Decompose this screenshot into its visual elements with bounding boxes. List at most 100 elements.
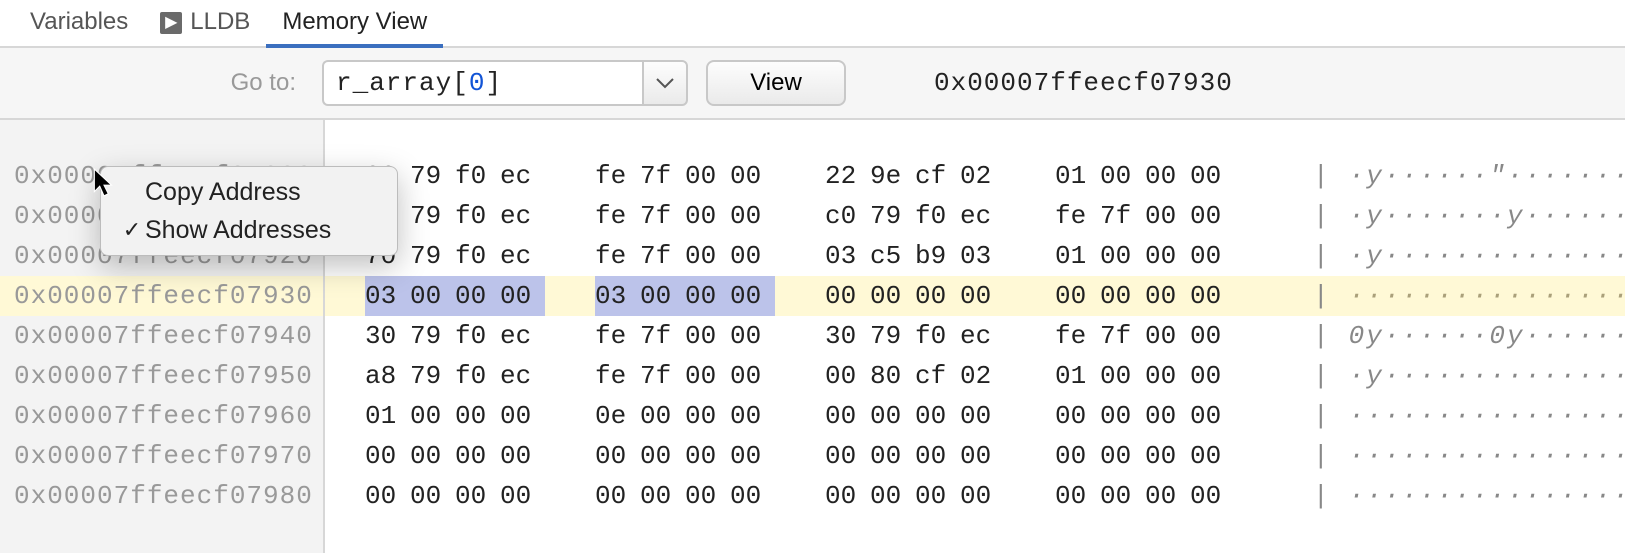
byte-group[interactable]: 00000000 <box>595 436 775 476</box>
byte-group[interactable]: 00000000 <box>1055 436 1235 476</box>
byte-group[interactable]: 00000000 <box>825 436 1005 476</box>
byte-group[interactable]: fe7f0000 <box>1055 196 1235 236</box>
byte[interactable]: cf <box>915 156 960 196</box>
byte[interactable]: cf <box>915 356 960 396</box>
byte[interactable]: 00 <box>1100 156 1145 196</box>
byte[interactable]: f0 <box>455 156 500 196</box>
byte[interactable]: 00 <box>455 396 500 436</box>
byte[interactable]: 00 <box>870 276 915 316</box>
byte[interactable]: 00 <box>960 436 1005 476</box>
byte-group[interactable]: 00000000 <box>595 476 775 516</box>
byte-group[interactable]: 00000000 <box>365 476 545 516</box>
byte[interactable]: f0 <box>455 316 500 356</box>
byte[interactable]: 00 <box>1145 236 1190 276</box>
byte-group[interactable]: fe7f0000 <box>595 356 775 396</box>
byte[interactable]: a8 <box>365 356 410 396</box>
byte[interactable]: 00 <box>455 476 500 516</box>
byte[interactable]: 03 <box>825 236 870 276</box>
byte[interactable]: 79 <box>410 196 455 236</box>
byte[interactable]: 03 <box>960 236 1005 276</box>
byte[interactable]: 00 <box>1190 316 1235 356</box>
byte[interactable]: 00 <box>1100 236 1145 276</box>
byte[interactable]: 00 <box>410 396 455 436</box>
byte[interactable]: 01 <box>365 396 410 436</box>
byte[interactable]: 00 <box>1190 196 1235 236</box>
byte[interactable]: 00 <box>640 396 685 436</box>
byte[interactable]: 00 <box>730 356 775 396</box>
byte-group[interactable]: fe7f0000 <box>595 156 775 196</box>
byte[interactable]: 00 <box>1190 276 1235 316</box>
byte[interactable]: 00 <box>1100 356 1145 396</box>
byte[interactable]: 00 <box>870 436 915 476</box>
byte-group[interactable]: 3079f0ec <box>365 316 545 356</box>
byte[interactable]: 00 <box>1100 436 1145 476</box>
byte[interactable]: c5 <box>870 236 915 276</box>
byte[interactable]: 00 <box>1055 476 1100 516</box>
byte[interactable]: 00 <box>1100 396 1145 436</box>
byte-group[interactable]: 229ecf02 <box>825 156 1005 196</box>
byte[interactable]: 02 <box>960 156 1005 196</box>
byte[interactable]: 00 <box>960 396 1005 436</box>
view-button[interactable]: View <box>706 60 846 106</box>
byte[interactable]: 7f <box>1100 196 1145 236</box>
goto-history-dropdown[interactable] <box>642 60 688 106</box>
byte[interactable]: 00 <box>1145 276 1190 316</box>
byte[interactable]: 00 <box>960 276 1005 316</box>
byte[interactable]: 00 <box>1145 316 1190 356</box>
byte[interactable]: f0 <box>915 316 960 356</box>
byte[interactable]: 00 <box>1145 436 1190 476</box>
byte[interactable]: 01 <box>1055 236 1100 276</box>
byte[interactable]: 00 <box>1190 436 1235 476</box>
byte[interactable]: f0 <box>915 196 960 236</box>
byte-group[interactable]: 01000000 <box>1055 156 1235 196</box>
byte[interactable]: 00 <box>1145 156 1190 196</box>
byte-group[interactable]: fe7f0000 <box>595 316 775 356</box>
byte[interactable]: 00 <box>685 316 730 356</box>
byte[interactable]: 00 <box>1190 356 1235 396</box>
byte[interactable]: 00 <box>825 356 870 396</box>
byte-group[interactable]: 00000000 <box>1055 476 1235 516</box>
byte-group[interactable]: fe7f0000 <box>595 196 775 236</box>
byte-group[interactable]: 00000000 <box>1055 396 1235 436</box>
byte-group[interactable]: c079f0ec <box>825 196 1005 236</box>
byte[interactable]: 00 <box>1190 476 1235 516</box>
byte[interactable]: fe <box>1055 316 1100 356</box>
byte[interactable]: c0 <box>825 196 870 236</box>
tab-variables[interactable]: Variables <box>14 0 144 46</box>
byte[interactable]: 00 <box>960 476 1005 516</box>
byte[interactable]: ec <box>500 156 545 196</box>
byte[interactable]: 03 <box>595 276 640 316</box>
byte[interactable]: 00 <box>365 476 410 516</box>
byte[interactable]: ec <box>500 316 545 356</box>
byte[interactable]: fe <box>595 156 640 196</box>
byte[interactable]: 00 <box>825 476 870 516</box>
byte[interactable]: 00 <box>500 436 545 476</box>
byte[interactable]: 00 <box>685 356 730 396</box>
byte-group[interactable]: 0080cf02 <box>825 356 1005 396</box>
byte[interactable]: ec <box>500 356 545 396</box>
byte[interactable]: 79 <box>410 316 455 356</box>
byte[interactable]: 22 <box>825 156 870 196</box>
byte[interactable]: 00 <box>500 476 545 516</box>
byte[interactable]: 00 <box>640 476 685 516</box>
byte[interactable]: 00 <box>500 396 545 436</box>
byte[interactable]: 7f <box>640 156 685 196</box>
byte[interactable]: 00 <box>455 436 500 476</box>
byte[interactable]: 7f <box>640 236 685 276</box>
byte-group[interactable]: 03000000 <box>595 276 775 316</box>
byte[interactable]: 00 <box>685 436 730 476</box>
byte[interactable]: 00 <box>730 396 775 436</box>
byte[interactable]: 00 <box>1145 396 1190 436</box>
byte[interactable]: b9 <box>915 236 960 276</box>
byte[interactable]: 00 <box>595 476 640 516</box>
byte[interactable]: 79 <box>410 156 455 196</box>
byte[interactable]: 0e <box>595 396 640 436</box>
goto-input[interactable]: r_array[0] <box>322 60 642 106</box>
byte[interactable]: 00 <box>455 276 500 316</box>
byte[interactable]: 00 <box>1190 396 1235 436</box>
byte[interactable]: 00 <box>1055 396 1100 436</box>
byte[interactable]: 00 <box>915 436 960 476</box>
address-cell[interactable]: 0x00007ffeecf07940 <box>0 316 323 356</box>
byte[interactable]: 7f <box>1100 316 1145 356</box>
byte[interactable]: f0 <box>455 356 500 396</box>
